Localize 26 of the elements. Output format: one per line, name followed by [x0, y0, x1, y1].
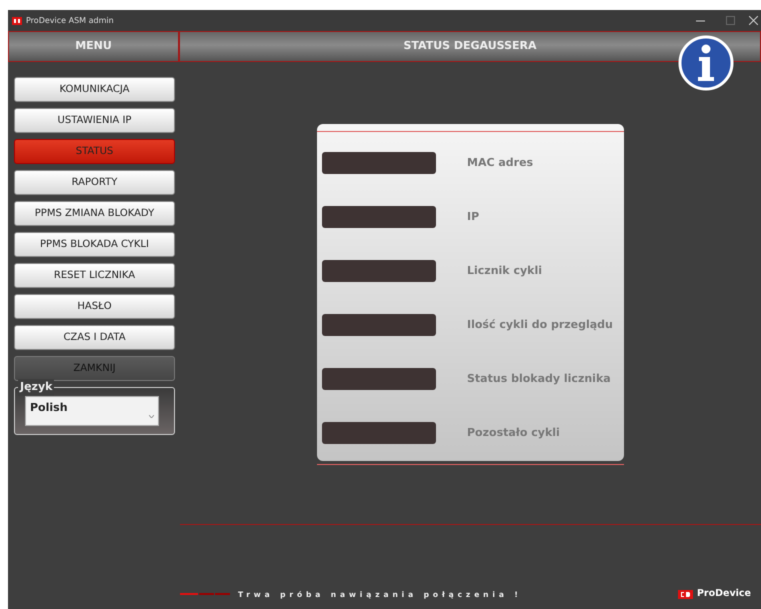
field-label: Ilość cykli do przeglądu — [467, 316, 613, 333]
menu-button[interactable]: RAPORTY — [14, 170, 175, 195]
language-legend: Język — [18, 379, 54, 396]
menu-button[interactable]: HASŁO — [14, 294, 175, 319]
menu-button[interactable]: USTAWIENIA IP — [14, 108, 175, 133]
menu-button[interactable]: PPMS ZMIANA BLOKADY — [14, 201, 175, 226]
field-label: Licznik cykli — [467, 262, 542, 279]
connection-indicator-icon — [180, 592, 230, 596]
field-label: MAC adres — [467, 154, 534, 171]
page-title: STATUS DEGAUSSERA — [179, 31, 761, 62]
language-dropdown[interactable]: Polish — [25, 396, 159, 426]
field-label: Status blokady licznika — [467, 370, 611, 387]
menu-button[interactable]: PPMS BLOKADA CYKLI — [14, 232, 175, 257]
menu-button[interactable]: CZAS I DATA — [14, 325, 175, 350]
menu-title: MENU — [8, 31, 179, 62]
app-logo-icon — [12, 16, 22, 24]
brand-name: ProDevice — [696, 587, 751, 601]
menu-button[interactable]: RESET LICZNIKA — [14, 263, 175, 288]
brand-logo-icon — [678, 590, 693, 599]
close-icon[interactable] — [748, 16, 758, 25]
field-label: IP — [467, 208, 480, 225]
info-icon[interactable] — [678, 35, 734, 91]
field-label: Pozostało cykli — [467, 424, 560, 441]
window-title: ProDevice ASM admin — [26, 14, 114, 26]
chevron-down-icon — [149, 415, 154, 418]
menu-button[interactable]: KOMUNIKACJA — [14, 77, 175, 102]
